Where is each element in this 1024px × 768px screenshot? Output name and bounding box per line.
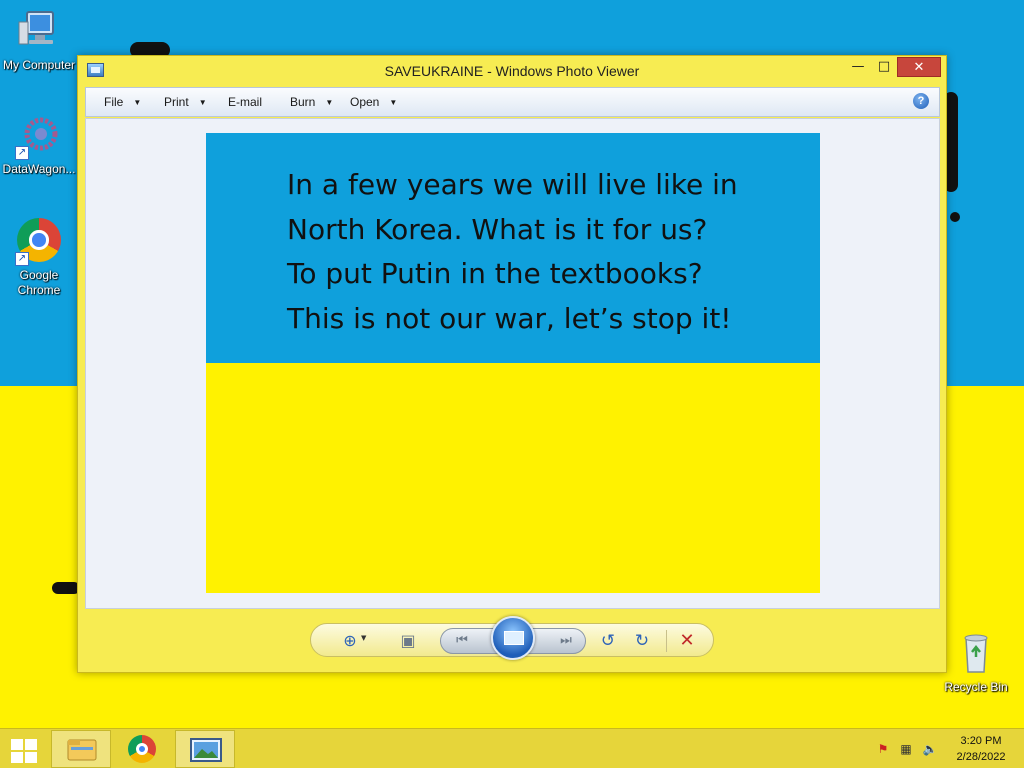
chevron-down-icon: ▼ (325, 98, 334, 107)
close-button[interactable]: ✕ (897, 57, 941, 77)
datawagon-icon: ↗ (15, 112, 63, 160)
desktop-icon-google-chrome[interactable]: ↗ Google Chrome (0, 216, 78, 298)
clock-date: 2/28/2022 (956, 751, 1006, 763)
action-center-flag-icon[interactable]: ⚑ (875, 742, 891, 756)
windows-logo-icon (25, 739, 37, 750)
photo-caption-line: North Korea. What is it for us? (287, 212, 708, 246)
menu-burn[interactable]: Burn ▼ (290, 95, 333, 109)
chrome-icon (128, 735, 156, 763)
taskbar: ⚑ ▦ 🔈 3:20 PM 2/28/2022 (0, 728, 1024, 768)
desktop-icon-my-computer[interactable]: My Computer (0, 8, 78, 73)
desktop-icon-label: My Computer (2, 58, 76, 72)
help-icon[interactable]: ? (913, 93, 929, 109)
chevron-down-icon[interactable]: ▼ (361, 634, 366, 642)
desktop-icon-label: DataWagon... (2, 162, 76, 176)
taskbar-file-explorer[interactable] (51, 730, 111, 768)
photo-caption-line: In a few years we will live like in (287, 168, 738, 201)
computer-icon (15, 8, 63, 56)
delete-icon[interactable]: ✕ (676, 631, 698, 651)
volume-muted-icon[interactable]: 🔈 (922, 742, 938, 756)
photo-yellow-band (206, 363, 820, 593)
file-explorer-icon (67, 739, 97, 761)
chevron-down-icon: ▼ (133, 98, 142, 107)
menu-label: File (104, 95, 124, 109)
system-clock[interactable]: 3:20 PM 2/28/2022 (946, 733, 1016, 765)
slideshow-button[interactable] (491, 616, 535, 660)
photo-viewer-icon (190, 738, 222, 762)
previous-icon[interactable]: ⏮ (451, 631, 473, 651)
rotate-left-icon[interactable]: ↺ (597, 631, 619, 651)
photo-caption-line: To put Putin in the textbooks? (287, 257, 703, 290)
rotate-right-icon[interactable]: ↻ (631, 631, 653, 651)
chevron-down-icon: ▼ (198, 98, 207, 107)
windows-logo-icon (11, 752, 23, 763)
actual-size-icon[interactable]: ▣ (397, 631, 419, 651)
title-bar[interactable]: SAVEUKRAINE - Windows Photo Viewer — □ ✕ (78, 56, 946, 86)
displayed-photo: In a few years we will live like in Nort… (206, 133, 820, 593)
taskbar-chrome[interactable] (112, 730, 172, 768)
chevron-down-icon: ▼ (389, 98, 398, 107)
maximize-button[interactable]: □ (871, 57, 897, 77)
playback-controls: ⊕ ▼ ▣ ⏮ ⏭ ↺ ↻ ✕ (310, 616, 714, 660)
window-title: SAVEUKRAINE - Windows Photo Viewer (384, 63, 640, 79)
chrome-icon: ↗ (15, 218, 63, 266)
menu-label: Open (350, 95, 380, 109)
desktop-icon-datawagon[interactable]: ↗ DataWagon... (0, 112, 78, 177)
slideshow-icon (504, 631, 524, 645)
menu-bar: File ▼ Print ▼ E-mail Burn ▼ Open ▼ ? (85, 87, 940, 117)
clock-time: 3:20 PM (960, 735, 1002, 747)
desktop-icon-recycle-bin[interactable]: Recycle Bin (940, 630, 1012, 695)
windows-logo-icon (11, 739, 23, 750)
wallpaper-scribble (950, 212, 960, 222)
menu-label: Print (164, 95, 189, 109)
start-button[interactable] (8, 737, 38, 763)
menu-open[interactable]: Open ▼ (350, 95, 397, 109)
minimize-button[interactable]: — (845, 57, 871, 77)
menu-label: Burn (290, 95, 316, 109)
shortcut-arrow-icon: ↗ (15, 252, 29, 266)
next-icon[interactable]: ⏭ (555, 631, 577, 651)
photo-caption-line: This is not our war, let’s stop it! (287, 301, 732, 335)
photo-caption: In a few years we will live like in Nort… (287, 163, 807, 341)
windows-logo-icon (25, 752, 37, 763)
menu-email[interactable]: E-mail (228, 95, 262, 109)
shortcut-arrow-icon: ↗ (15, 146, 29, 160)
desktop-icon-label: Recycle Bin (944, 680, 1008, 694)
taskbar-photo-viewer[interactable] (175, 730, 235, 768)
photo-canvas: In a few years we will live like in Nort… (85, 118, 940, 609)
desktop-icon-label: Google Chrome (17, 268, 61, 297)
network-icon[interactable]: ▦ (898, 742, 914, 756)
divider (666, 630, 667, 652)
recycle-bin-icon (952, 630, 1000, 678)
menu-print[interactable]: Print ▼ (164, 95, 207, 109)
menu-file[interactable]: File ▼ (104, 95, 141, 109)
zoom-icon[interactable]: ⊕ (339, 631, 361, 651)
photo-viewer-window[interactable]: SAVEUKRAINE - Windows Photo Viewer — □ ✕… (77, 55, 947, 673)
wallpaper-scribble (52, 582, 80, 594)
menu-label: E-mail (228, 95, 263, 109)
